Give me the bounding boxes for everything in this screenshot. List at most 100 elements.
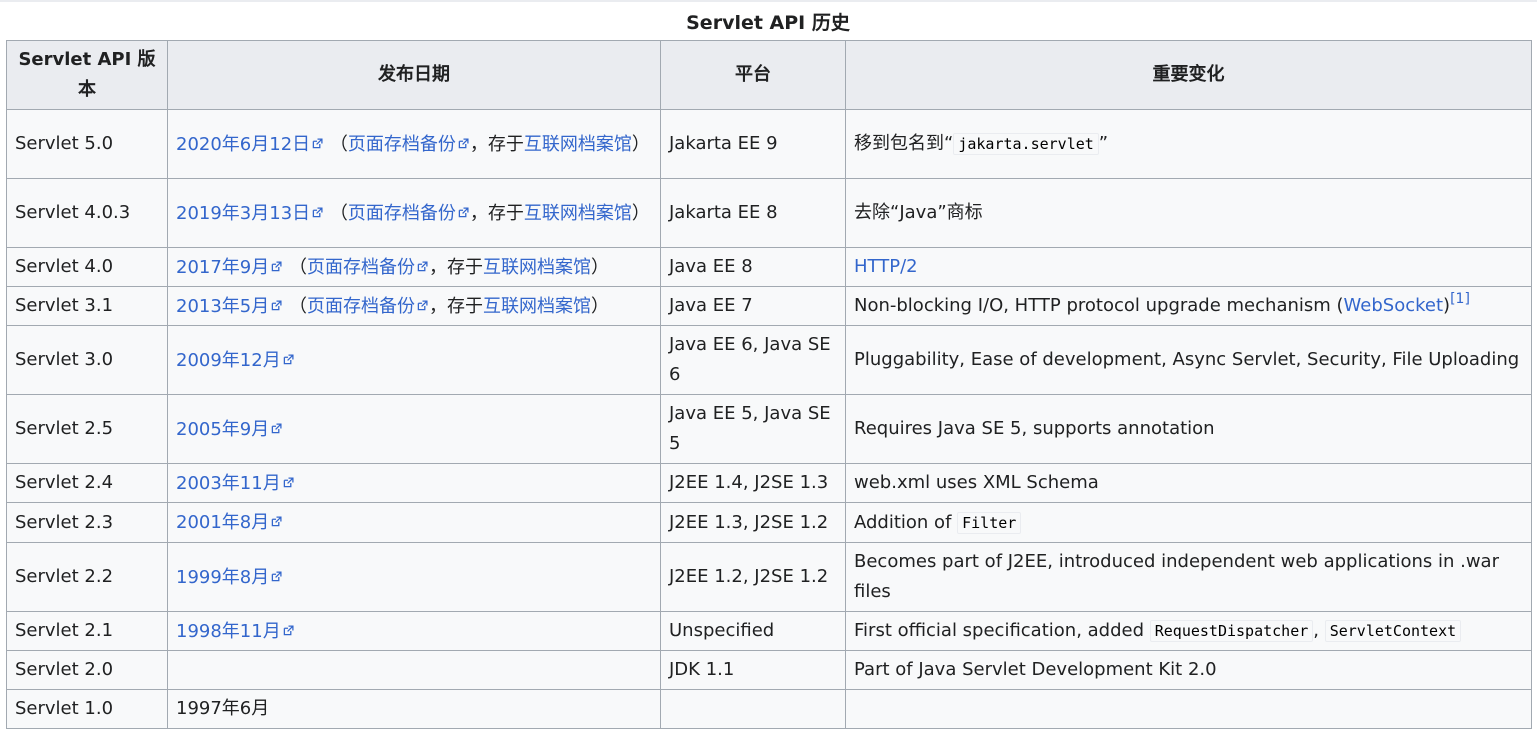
changes-text: Non-blocking I/O, HTTP protocol upgrade … (854, 295, 1344, 316)
external-link-icon (283, 468, 294, 487)
version-cell: Servlet 4.0 (6, 247, 168, 287)
platform-cell: Jakarta EE 8 (660, 178, 846, 248)
external-link-icon (312, 198, 323, 217)
code-servlet-context: ServletContext (1324, 620, 1462, 642)
table-caption: Servlet API 历史 (686, 12, 850, 34)
table-row: Servlet 2.4 2003年11月 J2EE 1.4, J2SE 1.3 … (6, 463, 1532, 503)
version-cell: Servlet 2.3 (6, 502, 168, 543)
date-cell (167, 650, 661, 690)
platform-cell: Java EE 6, Java SE 6 (660, 325, 846, 395)
changes-separator: , (1313, 620, 1325, 641)
table-row: Servlet 4.0 2017年9月 （页面存档备份 ，存于互联网档案馆） Ja… (6, 247, 1532, 287)
version-cell: Servlet 3.1 (6, 286, 168, 326)
archive-close-paren: ） (591, 295, 609, 317)
date-cell: 2013年5月 （页面存档备份 ，存于互联网档案馆） (167, 286, 661, 326)
version-cell: Servlet 5.0 (6, 109, 168, 179)
external-link-icon (312, 129, 323, 148)
http2-link[interactable]: HTTP/2 (854, 256, 918, 277)
archive-separator: ，存于 (469, 133, 524, 155)
date-cell: 2001年8月 (167, 502, 661, 543)
archive-separator: ，存于 (429, 256, 483, 278)
table-row: Servlet 2.1 1998年11月 Unspecified First o… (6, 611, 1532, 651)
date-link[interactable]: 2005年9月 (176, 419, 269, 440)
date-link[interactable]: 2003年11月 (176, 473, 281, 494)
reference-link[interactable]: [1] (1450, 291, 1470, 307)
archived-copy-link[interactable]: 页面存档备份 (348, 134, 456, 155)
archive-open-paren: （ (289, 295, 307, 317)
external-link-icon (271, 562, 282, 581)
date-link[interactable]: 1998年11月 (176, 621, 281, 642)
version-cell: Servlet 1.0 (6, 689, 168, 729)
archive-open-paren: （ (289, 256, 307, 278)
internet-archive-link[interactable]: 互联网档案馆 (524, 203, 632, 224)
external-link-icon (271, 252, 282, 271)
date-cell: 2005年9月 (167, 394, 661, 464)
changes-cell: HTTP/2 (845, 247, 1532, 287)
date-cell: 2009年12月 (167, 325, 661, 395)
code-request-dispatcher: RequestDispatcher (1149, 620, 1314, 642)
websocket-link[interactable]: WebSocket (1344, 295, 1444, 316)
changes-text: Addition of (854, 511, 958, 533)
date-link[interactable]: 2017年9月 (176, 257, 269, 278)
external-link-icon (283, 345, 294, 364)
internet-archive-link[interactable]: 互联网档案馆 (483, 296, 591, 317)
archive-close-paren: ） (591, 256, 609, 278)
internet-archive-link[interactable]: 互联网档案馆 (524, 134, 632, 155)
changes-cell: Pluggability, Ease of development, Async… (845, 325, 1532, 395)
platform-cell: Java EE 8 (660, 247, 846, 287)
external-link-icon (417, 291, 428, 310)
archived-copy-link[interactable]: 页面存档备份 (307, 257, 415, 278)
table-row: Servlet 3.1 2013年5月 （页面存档备份 ，存于互联网档案馆） Ja… (6, 286, 1532, 326)
servlet-history-table: Servlet API 版本 发布日期 平台 重要变化 Servlet 5.0 … (6, 40, 1532, 729)
changes-cell: web.xml uses XML Schema (845, 463, 1532, 503)
archived-copy-link[interactable]: 页面存档备份 (307, 296, 415, 317)
version-cell: Servlet 2.5 (6, 394, 168, 464)
table-row: Servlet 2.5 2005年9月 Java EE 5, Java SE 5… (6, 394, 1532, 464)
table-row: Servlet 2.0 JDK 1.1 Part of Java Servlet… (6, 650, 1532, 690)
archive-open-paren: （ (329, 202, 348, 224)
header-date[interactable]: 发布日期 (167, 40, 661, 110)
version-cell: Servlet 2.0 (6, 650, 168, 690)
changes-text: First official specification, added (854, 620, 1150, 641)
changes-cell: Requires Java SE 5, supports annotation (845, 394, 1532, 464)
platform-cell: Java EE 7 (660, 286, 846, 326)
date-cell: 1997年6月 (167, 689, 661, 729)
external-link-icon (271, 291, 282, 310)
date-link[interactable]: 2013年5月 (176, 296, 269, 317)
date-cell: 1998年11月 (167, 611, 661, 651)
internet-archive-link[interactable]: 互联网档案馆 (483, 257, 591, 278)
archive-close-paren: ） (631, 202, 650, 224)
changes-text: 移到包名到“ (854, 133, 954, 154)
date-cell: 2003年11月 (167, 463, 661, 503)
table-row: Servlet 3.0 2009年12月 Java EE 6, Java SE … (6, 325, 1532, 395)
table-row: Servlet 5.0 2020年6月12日 （页面存档备份 ，存于互联网档案馆）… (6, 109, 1532, 179)
platform-cell (660, 689, 846, 729)
changes-cell: Becomes part of J2EE, introduced indepen… (845, 542, 1532, 612)
platform-cell: JDK 1.1 (660, 650, 846, 690)
header-platform[interactable]: 平台 (660, 40, 846, 110)
archive-separator: ，存于 (429, 295, 483, 317)
date-cell: 2019年3月13日 （页面存档备份 ，存于互联网档案馆） (167, 178, 661, 248)
archive-close-paren: ） (631, 133, 650, 155)
date-link[interactable]: 1999年8月 (176, 567, 269, 588)
changes-cell (845, 689, 1532, 729)
header-version[interactable]: Servlet API 版本 (6, 40, 168, 110)
version-cell: Servlet 3.0 (6, 325, 168, 395)
changes-cell: 去除“Java”商标 (845, 178, 1532, 248)
date-link[interactable]: 2020年6月12日 (176, 134, 310, 155)
changes-cell: Non-blocking I/O, HTTP protocol upgrade … (845, 286, 1532, 326)
archived-copy-link[interactable]: 页面存档备份 (348, 203, 456, 224)
changes-cell: Addition of Filter (845, 502, 1532, 543)
archive-open-paren: （ (329, 133, 348, 155)
date-cell: 2017年9月 （页面存档备份 ，存于互联网档案馆） (167, 247, 661, 287)
archive-separator: ，存于 (469, 202, 524, 224)
date-link[interactable]: 2009年12月 (176, 350, 281, 371)
external-link-icon (417, 252, 428, 271)
external-link-icon (458, 129, 469, 148)
table-row: Servlet 1.0 1997年6月 (6, 689, 1532, 729)
external-link-icon (271, 414, 282, 433)
date-link[interactable]: 2019年3月13日 (176, 203, 310, 224)
date-link[interactable]: 2001年8月 (176, 512, 269, 533)
platform-cell: Jakarta EE 9 (660, 109, 846, 179)
header-changes[interactable]: 重要变化 (845, 40, 1532, 110)
